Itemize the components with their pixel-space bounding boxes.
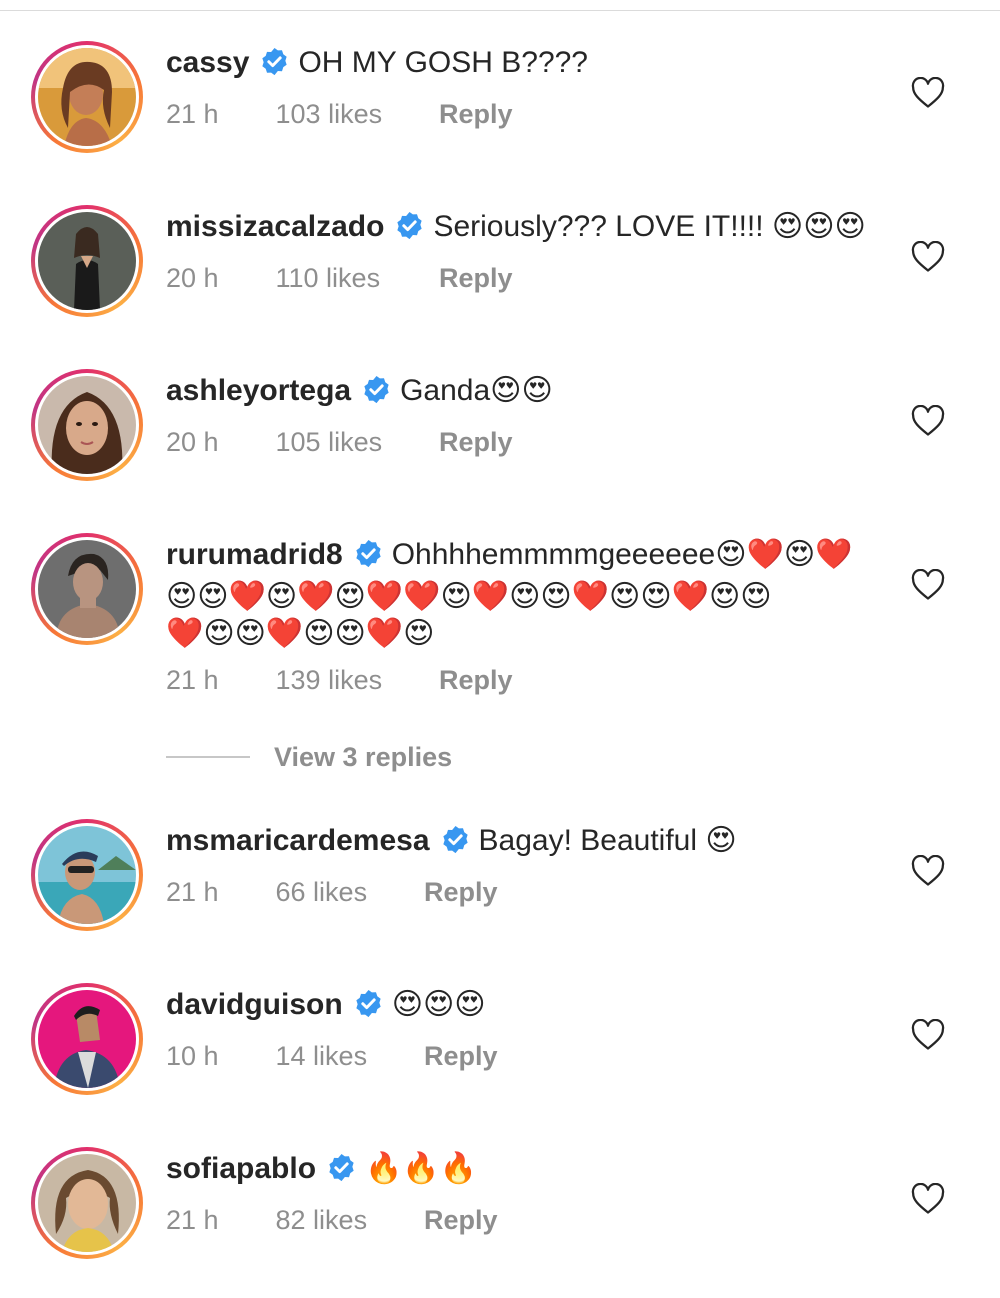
avatar-story-ring[interactable] xyxy=(31,819,143,931)
heart-outline-icon[interactable] xyxy=(911,76,945,109)
verified-badge-icon xyxy=(259,46,290,86)
replies-divider xyxy=(166,756,250,758)
verified-badge-icon xyxy=(440,824,471,864)
verified-badge-icon xyxy=(326,1152,357,1192)
avatar-story-ring[interactable] xyxy=(31,983,143,1095)
reply-button[interactable]: Reply xyxy=(439,260,513,296)
verified-badge-icon xyxy=(353,538,384,578)
avatar xyxy=(38,540,136,638)
comment-time: 21 h xyxy=(166,877,219,907)
verified-badge-icon xyxy=(353,988,384,1028)
avatar-story-ring[interactable] xyxy=(31,205,143,317)
comment-username[interactable]: missizacalzado xyxy=(166,210,384,243)
comment-text: Ohhhhemmmmgeeeeee😍❤️😍❤️ xyxy=(391,538,853,571)
avatar xyxy=(38,48,136,146)
comment-likes[interactable]: 105 likes xyxy=(276,424,432,460)
comment-text-line: ❤️😍😍❤️😍😍❤️😍 xyxy=(166,617,435,650)
reply-button[interactable]: Reply xyxy=(424,1202,498,1238)
reply-button[interactable]: Reply xyxy=(439,662,513,698)
comment-likes[interactable]: 14 likes xyxy=(276,1038,417,1074)
avatar-story-ring[interactable] xyxy=(31,533,143,645)
view-replies[interactable]: View 3 replies xyxy=(166,740,452,774)
heart-outline-icon[interactable] xyxy=(911,854,945,887)
comment-likes[interactable]: 82 likes xyxy=(276,1202,417,1238)
heart-outline-icon[interactable] xyxy=(911,1018,945,1051)
avatar-story-ring[interactable] xyxy=(31,1147,143,1259)
comment-time: 21 h xyxy=(166,99,219,129)
comment-time: 21 h xyxy=(166,665,219,695)
verified-badge-icon xyxy=(394,210,425,250)
comment-text: 🔥🔥🔥 xyxy=(365,1152,478,1185)
comment-text: Ganda😍😍 xyxy=(400,374,553,407)
avatar-story-ring[interactable] xyxy=(31,41,143,153)
reply-button[interactable]: Reply xyxy=(424,874,498,910)
comment-likes[interactable]: 66 likes xyxy=(276,874,417,910)
comment-text: Bagay! Beautiful 😍 xyxy=(478,824,737,857)
comment-likes[interactable]: 139 likes xyxy=(276,662,432,698)
comment-time: 10 h xyxy=(166,1041,219,1071)
avatar xyxy=(38,212,136,310)
reply-button[interactable]: Reply xyxy=(439,424,513,460)
verified-badge-icon xyxy=(361,374,392,414)
avatar xyxy=(38,990,136,1088)
heart-outline-icon[interactable] xyxy=(911,404,945,437)
top-divider xyxy=(0,10,1000,11)
comment-text: 😍😍😍 xyxy=(391,988,486,1021)
comment-username[interactable]: sofiapablo xyxy=(166,1152,316,1185)
avatar xyxy=(38,1154,136,1252)
reply-button[interactable]: Reply xyxy=(439,96,513,132)
comment-likes[interactable]: 103 likes xyxy=(276,96,432,132)
comment-username[interactable]: cassy xyxy=(166,46,249,79)
avatar-story-ring[interactable] xyxy=(31,369,143,481)
comment-username[interactable]: davidguison xyxy=(166,988,343,1021)
heart-outline-icon[interactable] xyxy=(911,568,945,601)
comment-text: Seriously??? LOVE IT!!!! 😍😍😍 xyxy=(433,210,866,243)
comment-username[interactable]: ashleyortega xyxy=(166,374,351,407)
comment-time: 20 h xyxy=(166,427,219,457)
avatar xyxy=(38,376,136,474)
heart-outline-icon[interactable] xyxy=(911,240,945,273)
comment-time: 20 h xyxy=(166,263,219,293)
comment-text-line: 😍😍❤️😍❤️😍❤️❤️😍❤️😍😍❤️😍😍❤️😍😍 xyxy=(166,580,772,613)
comment-likes[interactable]: 110 likes xyxy=(276,260,432,296)
avatar xyxy=(38,826,136,924)
heart-outline-icon[interactable] xyxy=(911,1182,945,1215)
comment-time: 21 h xyxy=(166,1205,219,1235)
reply-button[interactable]: Reply xyxy=(424,1038,498,1074)
comment-text: OH MY GOSH B???? xyxy=(298,46,588,79)
comment-username[interactable]: msmaricardemesa xyxy=(166,824,430,857)
comment-username[interactable]: rurumadrid8 xyxy=(166,538,343,571)
view-replies-link[interactable]: View 3 replies xyxy=(274,742,452,773)
